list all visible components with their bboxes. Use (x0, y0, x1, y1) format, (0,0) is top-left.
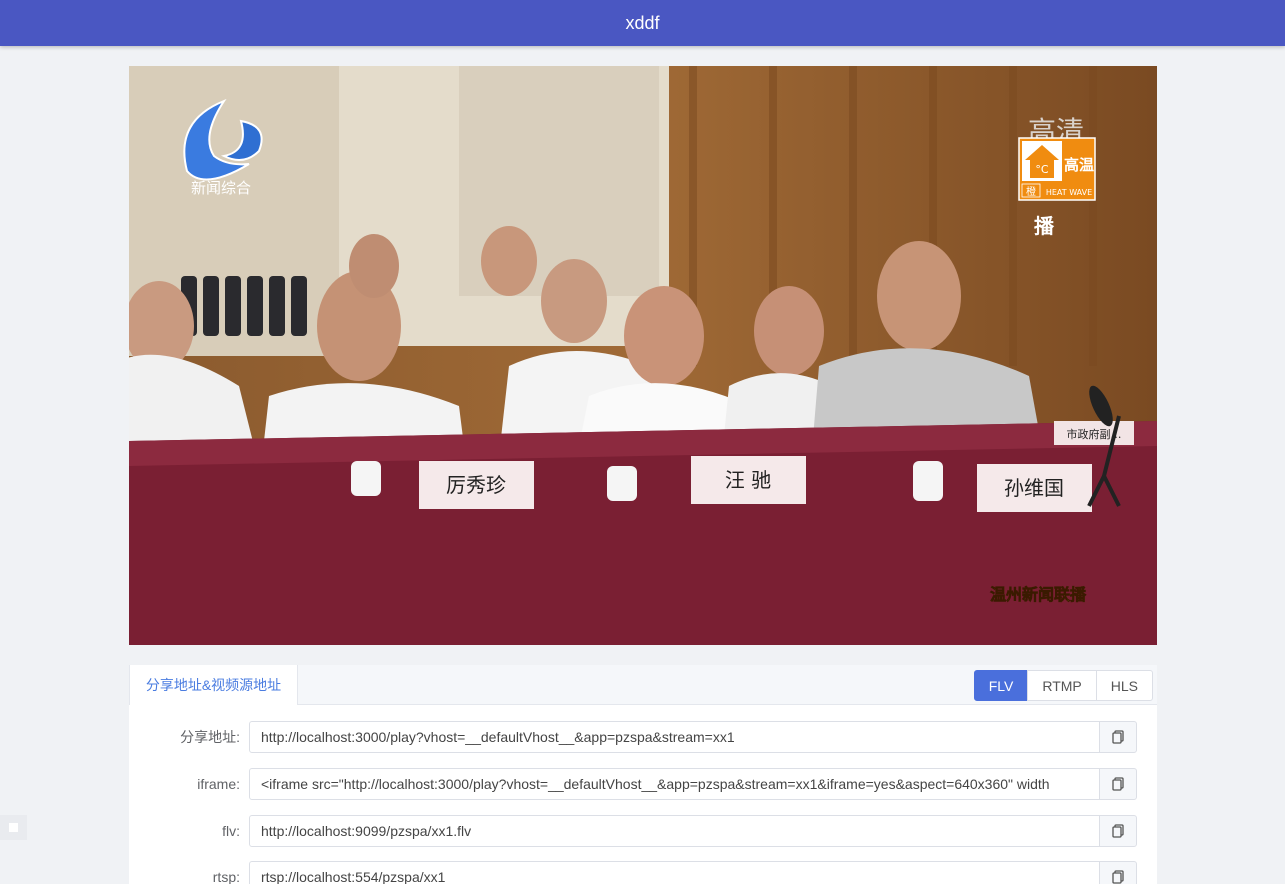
svg-text:HEAT WAVE: HEAT WAVE (1046, 188, 1092, 197)
protocol-hls-button[interactable]: HLS (1095, 670, 1153, 701)
channel-name: 新闻综合 (191, 179, 251, 197)
rtsp-field[interactable]: rtsp://localhost:554/pzspa/xx1 (249, 861, 1100, 884)
protocol-switch: FLV RTMP HLS (973, 670, 1153, 701)
copy-share-address-button[interactable] (1099, 721, 1137, 753)
video-frame: 厉秀珍 汪 驰 孙维国 市政府副… 新闻综合 高清 °C 高温 橙 HEAT W… (129, 66, 1157, 645)
video-player[interactable]: 厉秀珍 汪 驰 孙维国 市政府副… 新闻综合 高清 °C 高温 橙 HEAT W… (129, 66, 1157, 645)
tab-share-address[interactable]: 分享地址&视频源地址 (129, 665, 298, 705)
protocol-rtmp-button[interactable]: RTMP (1027, 670, 1097, 701)
protocol-flv-button[interactable]: FLV (973, 670, 1029, 701)
share-address-label: 分享地址: (180, 729, 240, 745)
app-header: xddf (0, 0, 1285, 46)
copy-icon (1112, 824, 1124, 838)
program-caption: 温州新闻联播 (989, 585, 1087, 604)
flv-row: flv: http://localhost:9099/pzspa/xx1.flv (129, 815, 1157, 847)
flv-field[interactable]: http://localhost:9099/pzspa/xx1.flv (249, 815, 1100, 847)
tabs-bar: 分享地址&视频源地址 FLV RTMP HLS (129, 665, 1157, 705)
iframe-row: iframe: <iframe src="http://localhost:30… (129, 768, 1157, 800)
rtsp-label: rtsp: (212, 869, 240, 884)
flv-label: flv: (222, 823, 240, 839)
share-address-row: 分享地址: http://localhost:3000/play?vhost=_… (129, 721, 1157, 753)
drawer-icon (9, 823, 18, 832)
side-drawer-toggle[interactable] (0, 815, 27, 840)
svg-text:高温: 高温 (1064, 156, 1094, 174)
copy-icon (1112, 730, 1124, 744)
iframe-label: iframe: (197, 776, 240, 792)
name-card-1: 厉秀珍 (446, 473, 506, 497)
copy-rtsp-button[interactable] (1099, 861, 1137, 884)
copy-iframe-button[interactable] (1099, 768, 1137, 800)
svg-text:°C: °C (1035, 163, 1049, 176)
name-card-3: 孙维国 (1004, 476, 1064, 500)
svg-text:橙: 橙 (1026, 185, 1036, 198)
copy-icon (1112, 870, 1124, 884)
copy-flv-button[interactable] (1099, 815, 1137, 847)
iframe-field[interactable]: <iframe src="http://localhost:3000/play?… (249, 768, 1100, 800)
address-panel: 分享地址&视频源地址 FLV RTMP HLS 分享地址: http://loc… (129, 665, 1157, 884)
rtsp-row: rtsp: rtsp://localhost:554/pzspa/xx1 (129, 861, 1157, 884)
name-card-2: 汪 驰 (725, 468, 771, 492)
app-title: xddf (625, 12, 660, 33)
broadcast-mark: 播 (1034, 214, 1055, 238)
heat-wave-badge: °C 高温 橙 HEAT WAVE (1018, 137, 1096, 201)
copy-icon (1112, 777, 1124, 791)
share-address-field[interactable]: http://localhost:3000/play?vhost=__defau… (249, 721, 1100, 753)
